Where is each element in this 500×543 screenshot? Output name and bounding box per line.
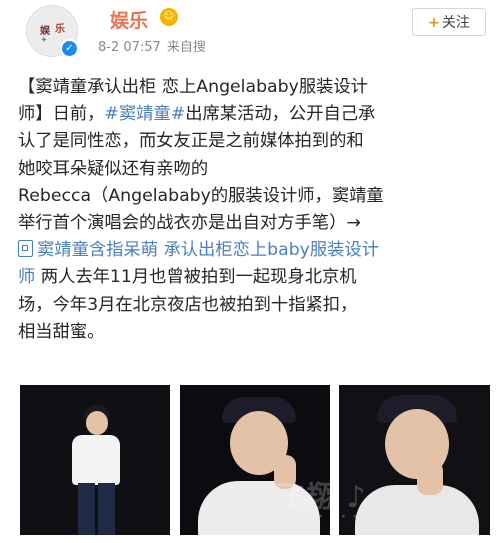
post-timestamp: 8-2 07:57 (98, 40, 161, 55)
level-badge-icon[interactable]: ☺ (160, 8, 178, 26)
post-text-segment: 举行首个演唱会的战衣亦是出自对方手笔）→ (18, 213, 361, 234)
article-link[interactable]: 窦靖童含指呆萌 承认出柜恋上baby服装设计 (37, 240, 379, 260)
post-text-line: 场，今年3月在北京夜店也被拍到十指紧扣， (18, 292, 488, 319)
photo-3-shirt (355, 485, 479, 535)
post-text-line: Rebecca（Angelababy的服装设计师，窦靖童 (18, 183, 488, 210)
post-text-segment: 认了是同性恋，而女友正是之前媒体拍到的和 (18, 131, 364, 152)
photo-1-head (86, 411, 108, 435)
post-text-line: 认了是同性恋，而女友正是之前媒体拍到的和 (18, 128, 488, 155)
photo-1-left-leg (78, 483, 95, 535)
post-text-line: 举行首个演唱会的战衣亦是出自对方手笔）→ (18, 210, 488, 237)
post-meta: 8-2 07:57 来自搜 (98, 36, 206, 55)
post-text-segment: 相当甜蜜。 (18, 321, 105, 342)
post-text-segment: 她咬耳朵疑似还有亲吻的 (18, 158, 209, 179)
post-text-segment: 【窦靖童承认出柜 恋上Angelababy服装设计 (18, 77, 368, 97)
follow-button[interactable]: + 关注 (412, 8, 486, 36)
post-text-segment: 两人去年11月也曾被拍到一起现身北京机 (35, 267, 357, 288)
post-text-line: 相当甜蜜。 (18, 319, 488, 346)
post-text-line: 【窦靖童承认出柜 恋上Angelababy服装设计 (18, 74, 488, 101)
photo-1[interactable] (20, 385, 170, 535)
post-text: 【窦靖童承认出柜 恋上Angelababy服装设计 师】日前，#窦靖童#出席某活动… (18, 74, 488, 346)
post-text-segment: 场，今年3月在北京夜店也被拍到十指紧扣， (18, 294, 358, 315)
avatar-logo-char-3: ✦ (41, 35, 47, 44)
follow-plus-icon: + (428, 15, 440, 31)
photo-1-shirt (72, 435, 120, 485)
link-icon[interactable] (18, 240, 33, 258)
avatar-logo-char-2: 乐 (55, 24, 65, 35)
article-link[interactable]: 师 (18, 267, 35, 287)
username[interactable]: 娱乐 (110, 6, 148, 33)
photo-grid (20, 385, 490, 535)
verified-badge-icon: ✓ (60, 39, 79, 58)
post-text-line: 师 两人去年11月也曾被拍到一起现身北京机 (18, 264, 488, 291)
post-source[interactable]: 来自搜 (167, 40, 206, 55)
post-text-segment: 出席某活动，公开自己承 (185, 104, 376, 125)
watermark-logo-sub: · · · · (318, 510, 359, 525)
follow-label: 关注 (441, 15, 470, 31)
post-text-line: 师】日前，#窦靖童#出席某活动，公开自己承 (18, 101, 488, 128)
post-header: 娱 乐 ✦ ✓ 娱乐 ☺ 8-2 07:57 来自搜 + 关注 (0, 0, 500, 62)
post-text-line: 她咬耳朵疑似还有亲吻的 (18, 156, 488, 183)
topic-hashtag[interactable]: #窦靖童# (104, 104, 185, 124)
photo-1-right-leg (98, 483, 115, 535)
post-text-segment: 师】日前， (18, 104, 105, 125)
post-text-segment: Rebecca（Angelababy的服装设计师，窦靖童 (18, 185, 384, 206)
photo-3-hand (417, 461, 443, 495)
post-text-line: 窦靖童含指呆萌 承认出柜恋上baby服装设计 (18, 237, 488, 264)
